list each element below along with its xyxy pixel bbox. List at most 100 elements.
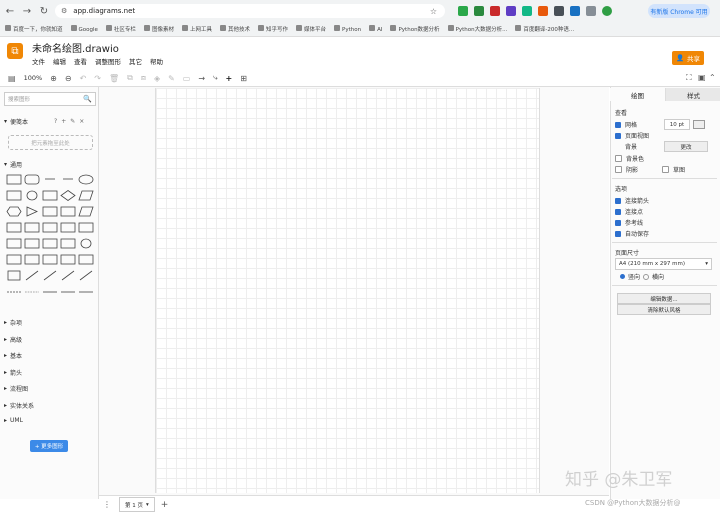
diagram-page[interactable]	[155, 88, 540, 493]
search-icon[interactable]: 🔍	[83, 95, 92, 103]
delete-icon[interactable]: 🗑	[109, 74, 119, 83]
bookmark-star-icon[interactable]: ☆	[430, 7, 437, 16]
puzzle-icon[interactable]	[586, 6, 596, 16]
shape-cube-icon[interactable]	[42, 222, 58, 233]
clear-default-style-button[interactable]: 清除默认风格	[617, 304, 711, 315]
shadow-icon[interactable]: ▭	[183, 74, 191, 83]
bookmark-item[interactable]: Python数据分析	[390, 25, 440, 33]
close-icon[interactable]: ×	[79, 118, 84, 125]
guides-checkbox[interactable]: 参考线	[615, 218, 643, 227]
zoom-select[interactable]: 100%	[24, 74, 43, 82]
background-color-checkbox[interactable]: 背景色	[615, 154, 644, 163]
shape-bidirectional-arrow-icon[interactable]	[78, 286, 94, 297]
shape-card-icon[interactable]	[78, 222, 94, 233]
document-title[interactable]: 未命名绘图.drawio	[32, 40, 119, 55]
shape-square-icon[interactable]	[6, 190, 22, 201]
menu-item[interactable]: 查看	[74, 56, 87, 66]
shape-dashed-line-icon[interactable]	[6, 286, 22, 297]
shape-actor-icon[interactable]	[60, 238, 76, 249]
more-vertical-icon[interactable]: ⋮	[103, 500, 111, 509]
share-button[interactable]: 👤 共享	[672, 51, 704, 65]
shape-internal-storage-icon[interactable]	[24, 222, 40, 233]
checkbox-checked[interactable]	[615, 121, 621, 128]
shape-or-gate-icon[interactable]	[6, 254, 22, 265]
checkbox-checked[interactable]	[615, 208, 621, 215]
insert-icon[interactable]: +	[226, 74, 233, 83]
grid-size-input[interactable]: 10 pt	[664, 119, 690, 130]
shape-parallelogram-icon[interactable]	[78, 190, 94, 201]
shape-delay-icon[interactable]	[24, 254, 40, 265]
autosave-checkbox[interactable]: 自动保存	[615, 229, 649, 238]
chrome-update-button[interactable]: 有新版 Chrome 可用	[648, 4, 710, 18]
shape-section[interactable]: ▸ 实体关系	[4, 401, 34, 410]
shape-section[interactable]: ▸ 杂项	[4, 318, 22, 327]
scratchpad-header[interactable]: ▾ 便笺本 ? + ✎ ×	[4, 117, 84, 126]
tab-style[interactable]: 样式	[665, 88, 720, 101]
shape-circle-icon[interactable]	[24, 190, 40, 201]
avatar[interactable]	[602, 6, 612, 16]
format-panel-icon[interactable]: ▣	[698, 73, 706, 82]
bookmark-item[interactable]: 媒体平台	[296, 25, 326, 33]
extension-icon[interactable]	[458, 6, 468, 16]
extension-icon[interactable]	[570, 6, 580, 16]
menu-item[interactable]: 其它	[129, 56, 142, 66]
extension-icon[interactable]	[506, 6, 516, 16]
bookmark-item[interactable]: Python	[334, 25, 361, 33]
site-info-icon[interactable]: ⚙	[61, 7, 67, 15]
help-icon[interactable]: ?	[54, 118, 57, 125]
collapse-icon[interactable]: ⌃	[709, 73, 716, 82]
checkbox-unchecked[interactable]	[662, 166, 669, 173]
redo-icon[interactable]: ↷	[94, 74, 101, 83]
checkbox-checked[interactable]	[615, 230, 621, 237]
shape-square-outline-icon[interactable]	[42, 254, 58, 265]
paper-size-select[interactable]: A4 (210 mm x 297 mm) ▾	[615, 258, 712, 270]
more-shapes-button[interactable]: + 更多图形	[30, 440, 68, 452]
shape-step-icon[interactable]	[60, 222, 76, 233]
checkbox-unchecked[interactable]	[615, 155, 622, 162]
checkbox-checked[interactable]	[615, 197, 621, 204]
menu-item[interactable]: 文件	[32, 56, 45, 66]
bookmark-item[interactable]: 知乎写作	[257, 25, 288, 33]
menu-item[interactable]: 帮助	[150, 56, 163, 66]
shape-trapezoid-icon[interactable]	[78, 206, 94, 217]
bookmark-item[interactable]: 百度翻译-200种语...	[515, 25, 574, 33]
add-page-icon[interactable]: +	[161, 500, 169, 510]
bookmark-item[interactable]: AI	[369, 25, 382, 33]
checkbox-checked[interactable]	[615, 132, 621, 139]
shape-process-icon[interactable]	[42, 190, 58, 201]
extension-icon[interactable]	[474, 6, 484, 16]
undo-icon[interactable]: ↶	[80, 74, 87, 83]
fill-color-icon[interactable]: ◈	[154, 74, 160, 83]
connection-icon[interactable]: →	[198, 74, 205, 83]
connection-points-checkbox[interactable]: 连接点	[615, 207, 643, 216]
shape-triangle-icon[interactable]	[24, 206, 40, 217]
menu-item[interactable]: 编辑	[53, 56, 66, 66]
shape-section[interactable]: ▸ UML	[4, 417, 23, 424]
bookmark-item[interactable]: 百度一下，你就知道	[5, 25, 63, 33]
to-front-icon[interactable]: ⧉	[127, 73, 133, 83]
bookmark-item[interactable]: 上网工具	[181, 25, 212, 33]
shape-ellipse-icon[interactable]	[78, 174, 94, 185]
extension-icon[interactable]	[554, 6, 564, 16]
table-icon[interactable]: ⊞	[240, 74, 247, 83]
connection-arrows-checkbox[interactable]: 连接箭头	[615, 196, 649, 205]
fullscreen-icon[interactable]: ⛶	[686, 73, 692, 83]
url-bar[interactable]: ⚙ app.diagrams.net ☆	[55, 4, 445, 18]
forward-icon[interactable]: →	[20, 4, 34, 18]
panel-toggle-icon[interactable]: ▤	[8, 74, 16, 83]
zoom-out-icon[interactable]: ⊖	[65, 74, 72, 83]
edit-icon[interactable]: ✎	[70, 118, 75, 125]
tab-diagram[interactable]: 绘图	[610, 88, 665, 101]
portrait-radio[interactable]: 竖向	[620, 272, 640, 281]
change-background-button[interactable]: 更改	[664, 141, 708, 152]
grid-color-swatch[interactable]	[693, 120, 705, 129]
page-tab[interactable]: 第 1 页 ▾	[119, 497, 155, 512]
shape-half-circle-icon[interactable]	[78, 238, 94, 249]
scratchpad-drop-zone[interactable]: 把元素拖至此处	[8, 135, 93, 150]
radio-selected[interactable]	[620, 274, 625, 279]
sketch-checkbox[interactable]: 草图	[662, 165, 685, 174]
shape-document-icon[interactable]	[6, 270, 22, 281]
shape-arrow-icon[interactable]	[60, 286, 76, 297]
shape-text-icon[interactable]	[42, 174, 58, 185]
waypoints-icon[interactable]: ⤷	[213, 73, 217, 83]
